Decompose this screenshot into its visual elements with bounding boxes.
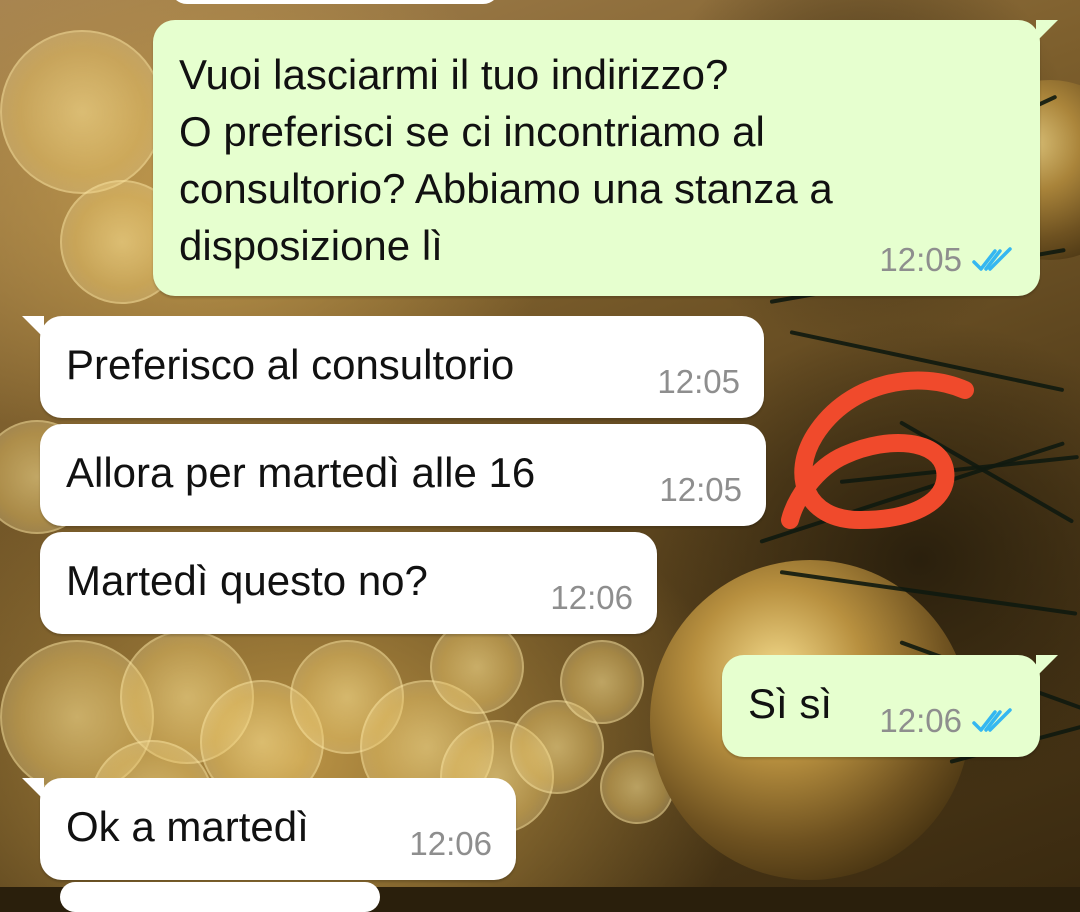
message-text: Allora per martedì alle 16 (66, 449, 536, 496)
message-time: 12:05 (879, 241, 962, 278)
double-check-icon (972, 247, 1012, 271)
message-time: 12:05 (659, 471, 742, 508)
bubble-tail (1036, 20, 1058, 42)
message-bubble-incoming[interactable]: Allora per martedì alle 16 12:05 (40, 424, 766, 526)
message-text: Preferisco al consultorio (66, 341, 515, 388)
bubble-tail (1036, 655, 1058, 677)
message-bubble-incoming[interactable]: Preferisco al consultorio 12:05 (22, 316, 764, 418)
message-meta: 12:06 (879, 703, 1016, 739)
message-meta: 12:05 (657, 364, 740, 400)
message-meta: 12:06 (550, 580, 633, 616)
message-meta: 12:05 (879, 242, 1016, 278)
message-text: Sì sì (748, 680, 833, 727)
message-text: Martedì questo no? (66, 557, 428, 604)
double-check-icon (972, 708, 1012, 732)
message-meta: 12:05 (659, 472, 742, 508)
message-text: Ok a martedì (66, 803, 309, 850)
message-time: 12:06 (409, 825, 492, 862)
bubble-tail (22, 316, 44, 338)
bubble-tail (22, 778, 44, 800)
message-bubble-incoming[interactable]: Martedì questo no? 12:06 (40, 532, 657, 634)
drawn-six-annotation (781, 371, 974, 529)
message-meta: 12:06 (409, 826, 492, 862)
message-bubble-outgoing[interactable]: Sì sì 12:06 (722, 655, 1058, 757)
previous-message-bubble[interactable] (170, 0, 500, 4)
message-text: Vuoi lasciarmi il tuo indirizzo? O prefe… (179, 51, 833, 269)
message-time: 12:06 (879, 702, 962, 739)
message-bubble-incoming[interactable]: Ok a martedì 12:06 (22, 778, 516, 880)
message-bubble-outgoing[interactable]: Vuoi lasciarmi il tuo indirizzo? O prefe… (153, 20, 1058, 296)
message-time: 12:05 (657, 363, 740, 400)
message-time: 12:06 (550, 579, 633, 616)
